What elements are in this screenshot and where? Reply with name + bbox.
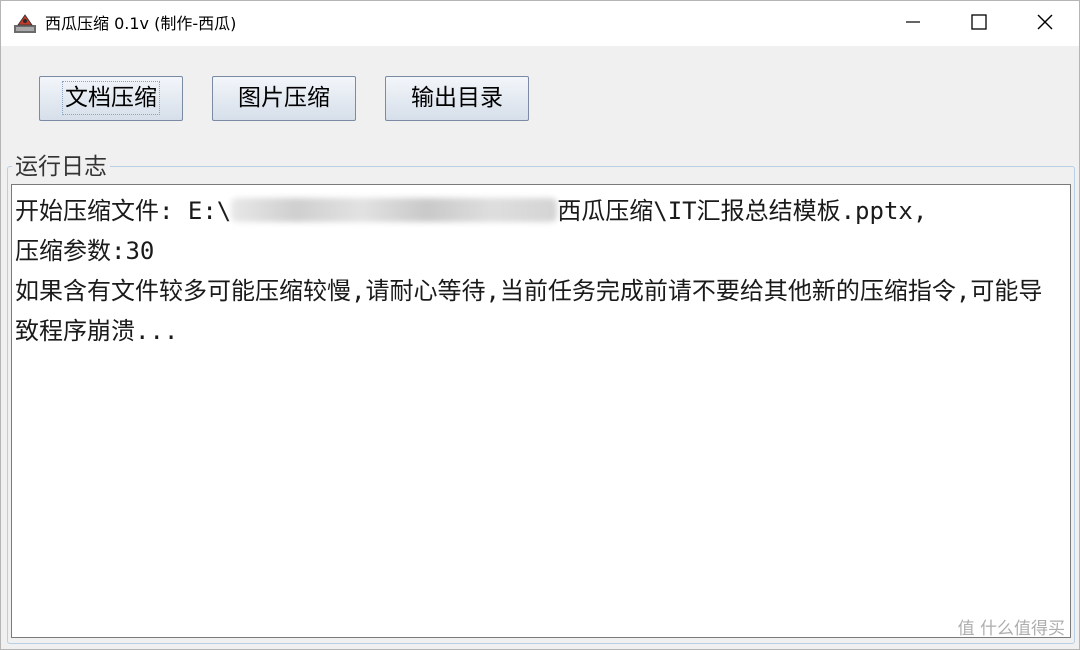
maximize-icon <box>971 13 987 34</box>
window-title: 西瓜压缩 0.1v (制作-西瓜) <box>45 14 237 33</box>
close-icon <box>1037 14 1053 34</box>
watermark: 值 什么值得买 <box>957 619 1065 639</box>
minimize-button[interactable] <box>880 1 946 46</box>
compress-document-button[interactable]: 文档压缩 <box>39 76 183 121</box>
title-bar[interactable]: 西瓜压缩 0.1v (制作-西瓜) <box>1 1 1079 46</box>
log-line-2: 压缩参数:30 <box>15 237 155 265</box>
close-button[interactable] <box>1012 1 1078 46</box>
log-group-title: 运行日志 <box>12 153 110 181</box>
compress-document-label: 文档压缩 <box>62 81 160 115</box>
app-window: 西瓜压缩 0.1v (制作-西瓜) 文档压缩 图片压缩 输出目录 运行日志 开始… <box>0 0 1080 650</box>
output-directory-button[interactable]: 输出目录 <box>385 76 529 121</box>
log-line-1-prefix: 开始压缩文件: E:\ <box>15 197 232 225</box>
redacted-path <box>231 198 558 222</box>
maximize-button[interactable] <box>946 1 1012 46</box>
app-logo-icon <box>14 13 36 33</box>
log-line-1-suffix: 西瓜压缩\IT汇报总结模板.pptx, <box>557 197 928 225</box>
log-textarea[interactable]: 开始压缩文件: E:\ 西瓜压缩\IT汇报总结模板.pptx, 压缩参数:30 如… <box>11 184 1071 638</box>
log-line-3: 如果含有文件较多可能压缩较慢,请耐心等待,当前任务完成前请不要给其他新的压缩指令… <box>15 277 1043 345</box>
minimize-icon <box>906 14 920 33</box>
compress-image-button[interactable]: 图片压缩 <box>212 76 356 121</box>
